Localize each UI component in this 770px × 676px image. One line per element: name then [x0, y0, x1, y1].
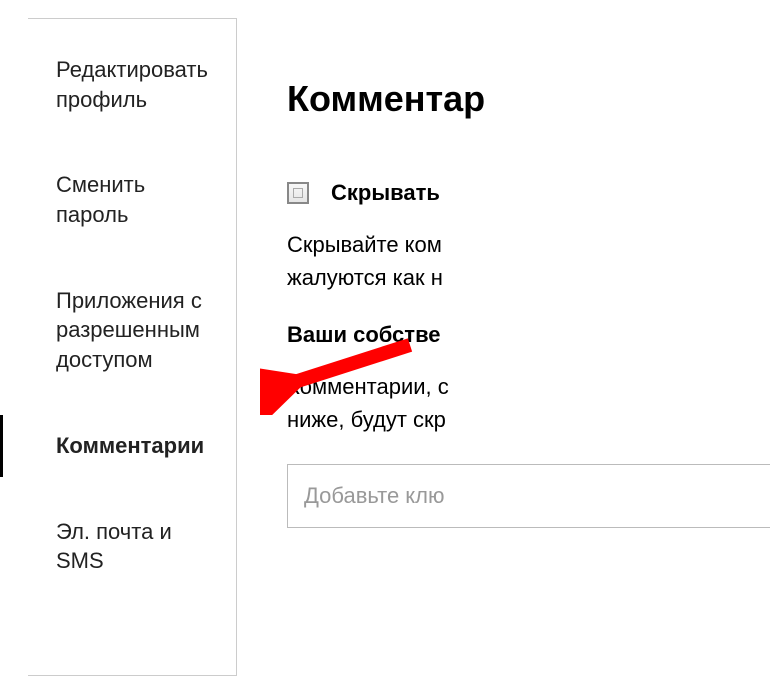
checkbox-icon[interactable]	[287, 182, 309, 204]
sidebar-item-label: Эл. почта и SMS	[56, 519, 172, 574]
sidebar-item-authorized-apps[interactable]: Приложения с разрешенным доступом	[28, 258, 236, 403]
sidebar-item-email-sms[interactable]: Эл. почта и SMS	[28, 489, 236, 604]
settings-container: Редактировать профиль Сменить пароль При…	[0, 0, 770, 676]
sidebar-item-label: Редактировать профиль	[56, 57, 208, 112]
keywords-input[interactable]: Добавьте клю	[287, 464, 770, 528]
sidebar-item-change-password[interactable]: Сменить пароль	[28, 142, 236, 257]
sidebar-item-edit-profile[interactable]: Редактировать профиль	[28, 27, 236, 142]
page-title: Комментар	[287, 78, 770, 120]
keywords-help-text: Комментарии, с ниже, будут скр	[287, 370, 770, 436]
sidebar-item-label: Сменить пароль	[56, 172, 145, 227]
settings-sidebar: Редактировать профиль Сменить пароль При…	[28, 18, 237, 676]
main-panel: Комментар Скрывать Скрывайте ком жалуютс…	[237, 18, 770, 676]
help-text: Скрывайте ком жалуются как н	[287, 228, 770, 294]
hide-comments-option[interactable]: Скрывать	[287, 180, 770, 206]
sidebar-item-label: Приложения с разрешенным доступом	[56, 288, 202, 372]
sidebar-item-comments[interactable]: Комментарии	[28, 403, 236, 489]
checkbox-label: Скрывать	[331, 180, 440, 206]
input-placeholder: Добавьте клю	[304, 483, 445, 508]
custom-keywords-heading: Ваши собстве	[287, 322, 770, 348]
sidebar-item-label: Комментарии	[56, 433, 204, 458]
